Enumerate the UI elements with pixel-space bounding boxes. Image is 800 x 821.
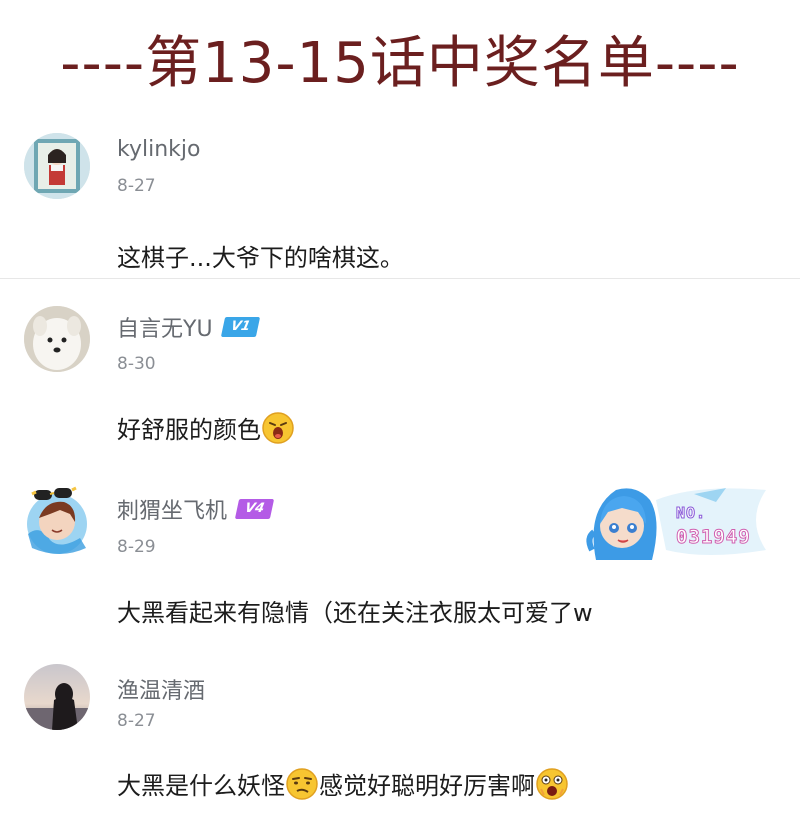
fan-card-label: NO. — [675, 504, 707, 523]
comment-text: 大黑看起来有隐情（还在关注衣服太可爱了w — [117, 599, 593, 627]
shocked-face-emoji-icon — [535, 767, 569, 801]
comment-text: 这棋子...大爷下的啥棋这。 — [117, 244, 404, 272]
avatar[interactable] — [24, 133, 90, 199]
fan-card-decoration: NO. 031949 — [576, 480, 772, 564]
comment-text-row: 大黑是什么妖怪 感觉好聪明好厉害啊 — [117, 766, 569, 801]
username-row: 刺猬坐飞机 V4 — [117, 493, 275, 525]
comment-text: 好舒服的颜色 — [117, 416, 261, 444]
fan-card-number: 031949 — [676, 526, 751, 549]
username[interactable]: 刺猬坐飞机 — [117, 493, 227, 525]
comment-date: 8-29 — [117, 537, 156, 557]
anime-boy-sunglasses-avatar-icon — [27, 486, 87, 554]
white-dog-avatar-icon — [24, 306, 90, 372]
divider — [0, 278, 800, 279]
vip-level-badge: V4 — [234, 499, 275, 519]
avatar[interactable] — [24, 664, 90, 730]
sunset-silhouette-avatar-icon — [24, 664, 90, 730]
anime-girl-avatar-icon — [24, 133, 90, 199]
username[interactable]: 渔温清酒 — [117, 673, 205, 705]
comment-text-row: 好舒服的颜色 — [117, 410, 295, 445]
thinking-face-emoji-icon — [285, 767, 319, 801]
comment-date: 8-27 — [117, 176, 156, 196]
username[interactable]: kylinkjo — [117, 137, 200, 162]
comment-date: 8-30 — [117, 354, 156, 374]
excited-face-emoji-icon — [261, 411, 295, 445]
anime-mascot-icon — [586, 488, 766, 560]
username-row: 自言无YU V1 — [117, 311, 260, 343]
avatar[interactable] — [20, 484, 94, 558]
comment-date: 8-27 — [117, 711, 156, 731]
comment-text: 大黑是什么妖怪 — [117, 772, 285, 800]
avatar[interactable] — [24, 306, 90, 372]
username[interactable]: 自言无YU — [117, 311, 213, 343]
comment-text: 感觉好聪明好厉害啊 — [319, 772, 535, 800]
page-title: ----第13-15话中奖名单---- — [60, 31, 740, 96]
vip-level-badge: V1 — [220, 317, 260, 337]
